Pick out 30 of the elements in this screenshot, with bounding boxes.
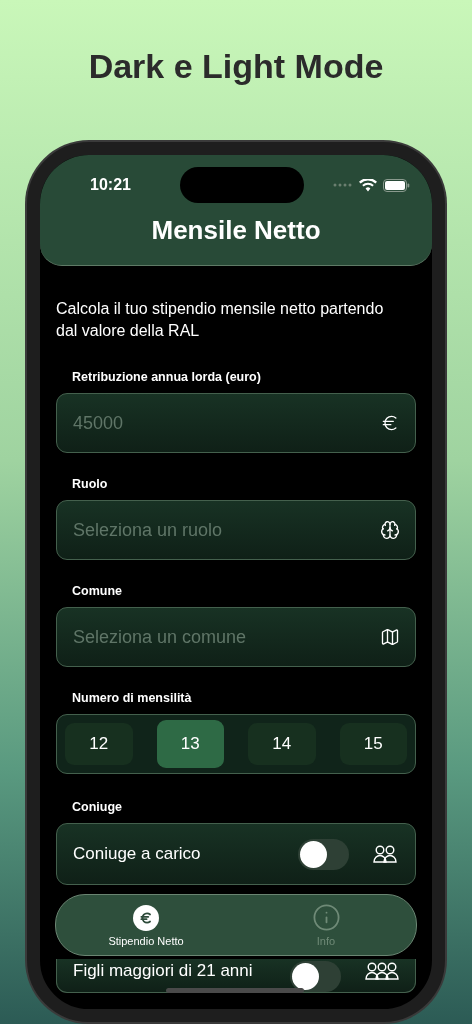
intro-text: Calcola il tuo stipendio mensile netto partendo dal valore della RAL: [56, 299, 385, 341]
input-field[interactable]: Seleziona un comune: [56, 607, 416, 667]
toggle-switch[interactable]: [290, 961, 341, 992]
field-label: Ruolo: [72, 477, 109, 491]
brain-icon: [380, 520, 400, 540]
info-icon: [311, 903, 341, 932]
tab-item[interactable]: Stipendio Netto: [56, 895, 236, 955]
toggle-label: Coniuge a carico: [73, 844, 202, 864]
signal-icon: [333, 183, 353, 187]
toggle-switch[interactable]: [298, 838, 349, 870]
field-label: Numero di mensilità: [72, 691, 193, 705]
section-label: Coniuge: [72, 800, 123, 814]
battery-icon: [383, 178, 410, 192]
map-icon: [380, 627, 400, 647]
people-icon: [365, 961, 399, 981]
segment-button[interactable]: 12: [65, 723, 133, 765]
screen-title: Mensile Netto: [150, 215, 322, 246]
toggle-label: Figli maggiori di 21 anni: [73, 961, 254, 981]
field-label: Retribuzione annua lorda (euro): [72, 370, 262, 384]
euro-icon: [132, 903, 160, 932]
segment-button[interactable]: 14: [248, 723, 316, 765]
people-icon: [373, 844, 399, 864]
status-time: 10:21: [90, 176, 131, 194]
segment-button[interactable]: 15: [339, 723, 407, 765]
page-headline: Dark e Light Mode: [88, 46, 384, 86]
input-field[interactable]: Seleziona un ruolo: [56, 500, 416, 560]
field-label: Comune: [72, 584, 123, 598]
segment-button[interactable]: 13: [156, 720, 224, 768]
input-field[interactable]: 45000: [56, 393, 416, 453]
wifi-icon: [359, 178, 377, 192]
